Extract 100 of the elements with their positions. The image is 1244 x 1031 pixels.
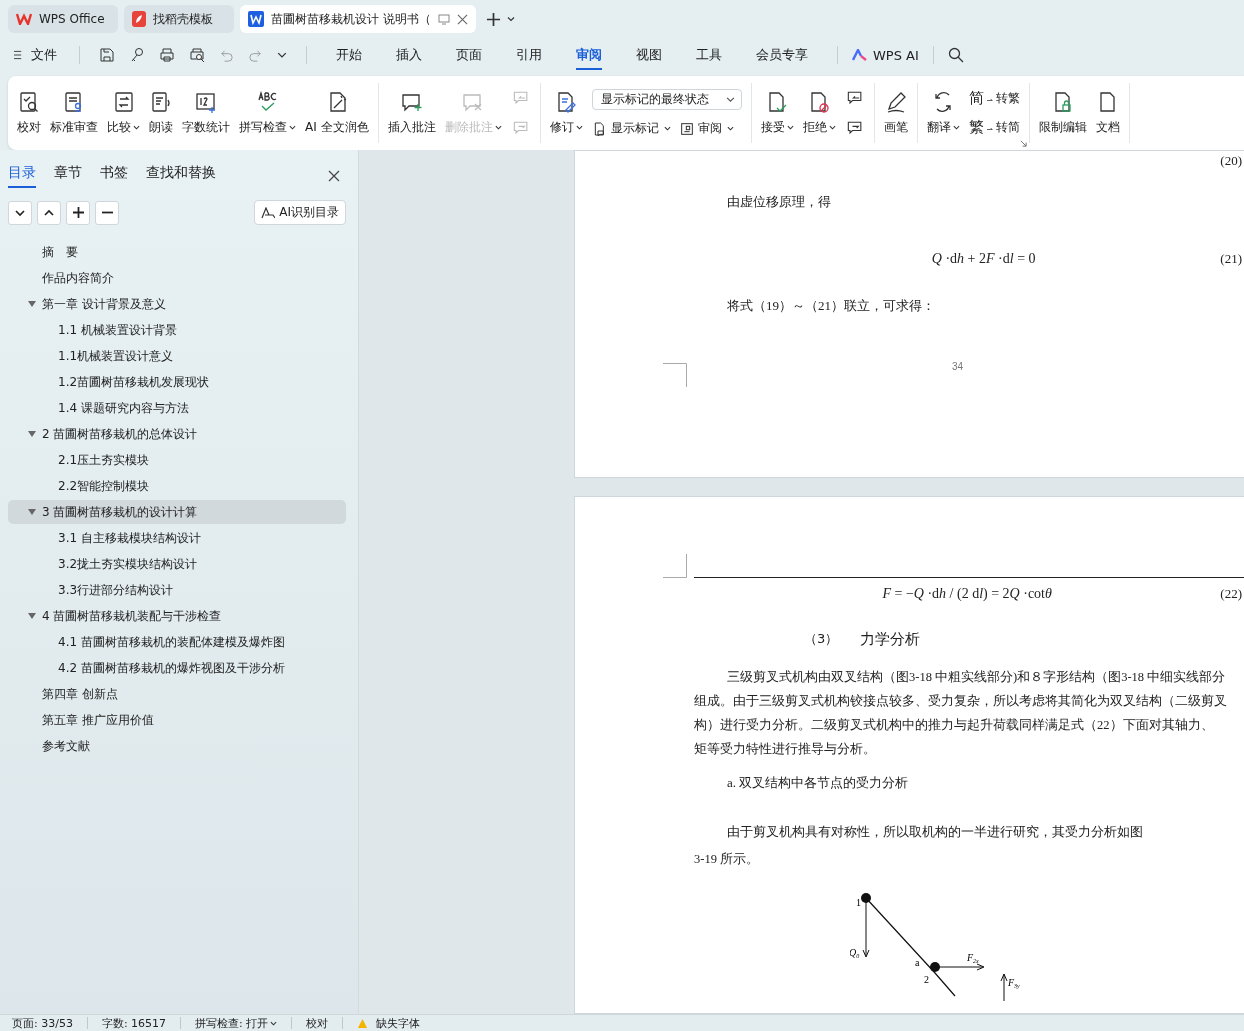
outline-item[interactable]: 1.2苗圃树苗移栽机发展现状 xyxy=(8,370,346,394)
expand-button[interactable] xyxy=(66,200,90,225)
status-item[interactable]: 拼写检查: 打开 xyxy=(195,1015,278,1031)
ribbon-button[interactable]: 拼写检查 xyxy=(236,88,299,138)
chevron-down-icon xyxy=(725,95,735,104)
key-icon[interactable] xyxy=(129,47,145,63)
outline-item[interactable]: 2 苗圃树苗移栽机的总体设计 xyxy=(8,422,346,446)
ribbon-button[interactable]: 翻译 xyxy=(923,88,963,138)
status-item: 字数: 16517 xyxy=(101,1015,167,1031)
ribbon-button[interactable]: AI 全文润色 xyxy=(302,88,372,138)
outline-item[interactable]: 第五章 推广应用价值 xyxy=(8,708,346,732)
ribbon-button[interactable]: 画笔 xyxy=(880,88,911,138)
read-aloud-icon xyxy=(149,90,173,114)
ribbon-button[interactable]: 简 转繁 xyxy=(968,89,1020,108)
markup-mode-dropdown[interactable]: 显示标记的最终状态 xyxy=(591,89,742,110)
ribbon-tab[interactable]: 视图 xyxy=(636,40,662,70)
ribbon-button[interactable]: 接受 xyxy=(757,88,797,138)
expand-triangle-icon[interactable] xyxy=(28,430,36,438)
force-diagram-drawing: 1 Q$_{0}$ a 2 F$_{2x}$ F$_{3y}$ xyxy=(850,891,1050,1001)
text-line: 组成。由于三级剪叉式机构铰接点较多、受力复杂，所以考虑将其简化为双叉结构（二级剪叉 xyxy=(694,693,1228,710)
equation-number: (20) xyxy=(1220,153,1243,169)
paragraph: 由虚位移原理，得 xyxy=(726,193,832,211)
ribbon-button[interactable]: 审阅 xyxy=(678,120,734,137)
pane-tab[interactable]: 查找和替换 xyxy=(146,164,216,188)
pane-tab[interactable]: 书签 xyxy=(100,164,128,188)
app-tab[interactable]: WPS Office xyxy=(8,5,118,33)
outline-item[interactable]: 第四章 创新点 xyxy=(8,682,346,706)
text-line: 3-19 所示。 xyxy=(694,851,761,868)
corner-mark-icon xyxy=(663,554,687,578)
chevron-down-icon[interactable] xyxy=(507,15,515,23)
new-tab-plus-icon[interactable] xyxy=(486,11,501,27)
ribbon-button[interactable]: 修订 xyxy=(546,88,586,138)
app-tab[interactable]: 找稻壳模板 xyxy=(124,5,234,33)
plus-icon xyxy=(72,207,84,218)
expand-triangle-icon[interactable] xyxy=(28,508,36,516)
pane-tab[interactable]: 章节 xyxy=(54,164,82,188)
file-menu-button[interactable]: 文件 xyxy=(14,46,65,64)
ribbon-button[interactable]: 插入批注 xyxy=(384,88,439,138)
outline-item[interactable]: 3.2拢土夯实模块结构设计 xyxy=(8,552,346,576)
outline-item[interactable]: 作品内容简介 xyxy=(8,266,346,290)
caret-icon xyxy=(494,124,502,131)
ribbon-button[interactable]: 拒绝 xyxy=(799,88,839,138)
ribbon-button[interactable]: 限制编辑 xyxy=(1035,88,1090,138)
tab-title: 苗圃树苗移栽机设计 说明书（ xyxy=(271,11,431,27)
ribbon-tab[interactable]: 审阅 xyxy=(576,40,602,70)
status-item: 校对 xyxy=(306,1015,329,1031)
chevron-down-icon xyxy=(15,207,25,218)
ribbon-button[interactable]: 文档 xyxy=(1092,88,1123,138)
caret-icon xyxy=(575,124,583,131)
print-preview-icon[interactable] xyxy=(189,47,205,63)
outline-item[interactable]: 1.1机械装置设计意义 xyxy=(8,344,346,368)
outline-item[interactable]: 4.2 苗圃树苗移栽机的爆炸视图及干涉分析 xyxy=(8,656,346,680)
expand-triangle-icon[interactable] xyxy=(28,300,36,308)
outline-item[interactable]: 3.1 自主移栽模块结构设计 xyxy=(8,526,346,550)
outline-item[interactable]: 参考文献 xyxy=(8,734,346,758)
pane-tab[interactable]: 目录 xyxy=(8,164,36,188)
app-tab[interactable]: 苗圃树苗移栽机设计 说明书（ xyxy=(240,5,476,33)
outline-item[interactable]: 3.3行进部分结构设计 xyxy=(8,578,346,602)
dialog-launcher-icon[interactable] xyxy=(1019,140,1027,147)
ribbon-button[interactable]: 显示标记 xyxy=(591,120,671,137)
collapse-down-button[interactable] xyxy=(8,200,32,225)
section-heading: 力学分析 xyxy=(860,630,921,649)
outline-item[interactable]: 1.1 机械装置设计背景 xyxy=(8,318,346,342)
warning-icon xyxy=(357,1017,369,1029)
outline-item[interactable]: 3 苗圃树苗移栽机的设计计算 xyxy=(8,500,346,524)
collapse-up-button[interactable] xyxy=(37,200,61,225)
outline-item[interactable]: 2.1压土夯实模块 xyxy=(8,448,346,472)
menu-icon xyxy=(14,50,23,60)
print-icon[interactable] xyxy=(159,47,175,63)
close-icon[interactable] xyxy=(328,170,340,182)
ribbon-button[interactable]: 繁 转简 xyxy=(968,118,1020,137)
expand-triangle-icon[interactable] xyxy=(28,612,36,620)
chevron-down-icon[interactable] xyxy=(277,50,287,60)
outline-item[interactable]: 1.4 课题研究内容与方法 xyxy=(8,396,346,420)
ribbon-button[interactable]: 朗读 xyxy=(146,88,176,138)
chevron-up-icon xyxy=(44,207,54,218)
ribbon-button[interactable]: 字数统计 xyxy=(179,88,233,138)
outline-item[interactable]: 2.2智能控制模块 xyxy=(8,474,346,498)
search-icon[interactable] xyxy=(947,47,964,63)
wps-ai-button[interactable]: WPS AI xyxy=(852,47,919,63)
ribbon-tab[interactable]: 页面 xyxy=(456,40,482,70)
text-line: 三级剪叉式机构由双叉结构（图3-18 中粗实线部分)和８字形结构（图3-18 中细实线部分 xyxy=(726,669,1227,686)
text-line: 构）进行受力分析。二级剪叉式机构中的推力与起升荷载同样满足式（22）下面对其轴力、 xyxy=(694,717,1215,734)
ai-toc-button[interactable]: AI识别目录 xyxy=(254,200,346,225)
ribbon-button[interactable]: 校对 xyxy=(14,88,44,138)
ribbon-button[interactable]: 标准审查 xyxy=(47,88,101,138)
outline-item[interactable]: 4.1 苗圃树苗移栽机的装配体建模及爆炸图 xyxy=(8,630,346,654)
ribbon-tab[interactable]: 工具 xyxy=(696,40,722,70)
outline-item[interactable]: 第一章 设计背景及意义 xyxy=(8,292,346,316)
save-icon[interactable] xyxy=(99,47,115,63)
ribbon-tab[interactable]: 会员专享 xyxy=(756,40,808,70)
ribbon-tab[interactable]: 开始 xyxy=(336,40,362,70)
outline-item[interactable]: 摘 要 xyxy=(8,240,346,264)
caret-icon xyxy=(663,125,671,132)
status-item: 缺失字体 xyxy=(376,1015,421,1031)
ribbon-button[interactable]: 比较 xyxy=(104,88,143,138)
ribbon-tab[interactable]: 引用 xyxy=(516,40,542,70)
ribbon-tab[interactable]: 插入 xyxy=(396,40,422,70)
close-icon[interactable] xyxy=(457,13,468,25)
outline-item[interactable]: 4 苗圃树苗移栽机装配与干涉检查 xyxy=(8,604,346,628)
